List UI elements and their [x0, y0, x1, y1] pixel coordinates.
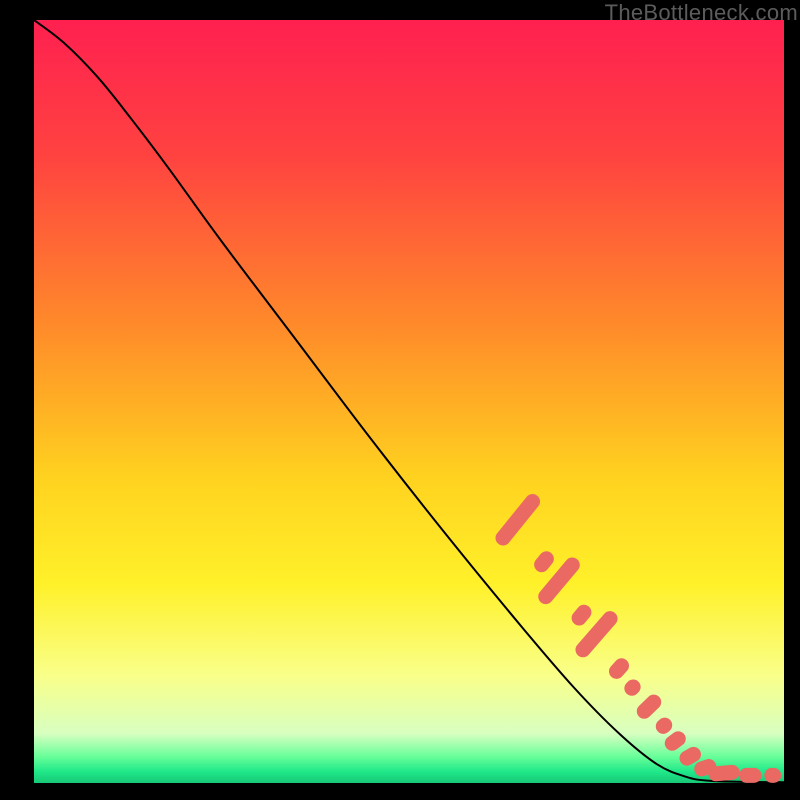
marker-capsule — [764, 768, 781, 783]
marker-capsule — [739, 768, 762, 783]
chart-frame: TheBottleneck.com — [34, 20, 784, 783]
gradient-background — [34, 20, 784, 783]
plot-canvas — [34, 20, 784, 783]
